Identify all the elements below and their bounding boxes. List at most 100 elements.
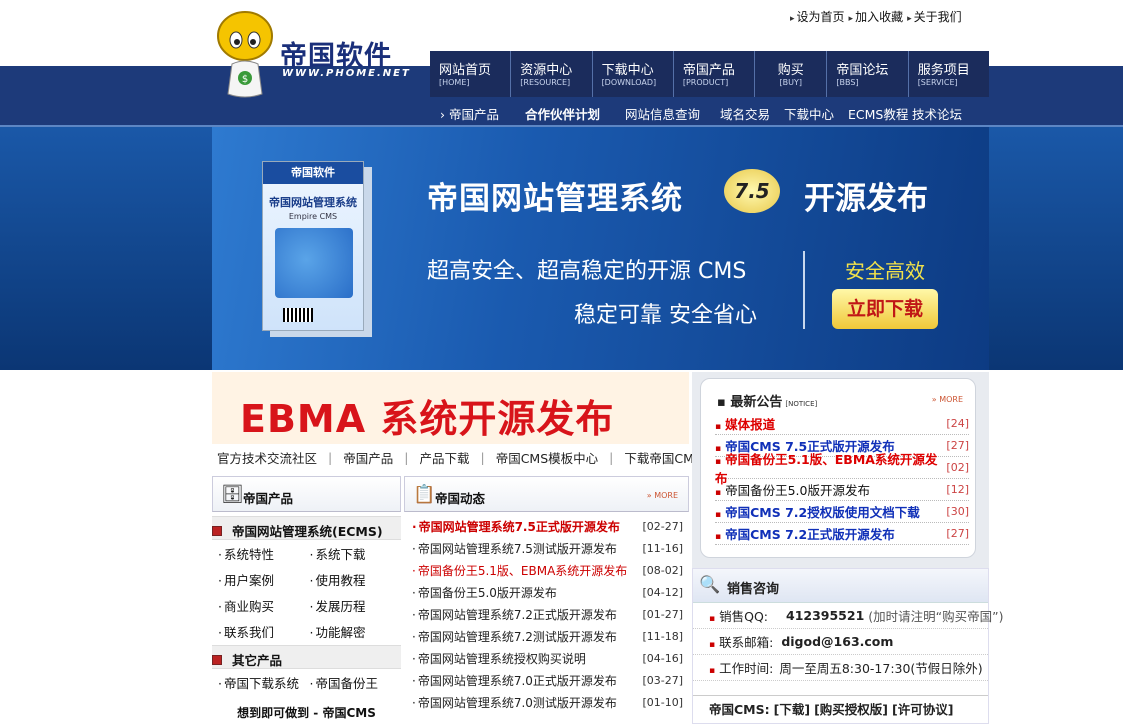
world-map-icon [275, 228, 353, 298]
news-item-date: [11-16] [642, 541, 683, 555]
notice-item-date: [30] [946, 505, 969, 518]
banner-tagline-1: 超高安全、超高稳定的开源 CMS [427, 259, 747, 284]
news-item-title: 帝国备份王5.1版、EBMA系统开源发布 [412, 562, 627, 579]
link-download-system[interactable]: 帝国下载系统 [218, 673, 310, 692]
sales-qq-row: 销售QQ: 412395521 (加时请注明“购买帝国”) [693, 603, 1004, 629]
news-item-title: 帝国网站管理系统7.2正式版开源发布 [412, 606, 617, 623]
nav-bbs[interactable]: 帝国论坛 [BBS] [827, 51, 909, 97]
news-item-title: 帝国备份王5.0版开源发布 [412, 584, 557, 601]
category-products[interactable]: 帝国产品 [343, 448, 393, 467]
nav-label: 网站首页 [439, 63, 492, 78]
bullet-icon [212, 655, 222, 665]
news-item[interactable]: 帝国网站管理系统7.2测试版开源发布 [11-18] [412, 625, 689, 647]
link-tutorial[interactable]: 使用教程 [310, 570, 402, 589]
nav-product[interactable]: 帝国产品 [PRODUCT] [674, 51, 756, 97]
barcode-icon [283, 308, 313, 322]
subnav-site-info[interactable]: 网站信息查询 [625, 104, 720, 123]
link-purchase[interactable]: 商业购买 [218, 596, 310, 615]
notice-more-link[interactable]: » MORE [932, 395, 963, 404]
link-decrypt[interactable]: 功能解密 [310, 622, 402, 641]
products-panel: 🗄 帝国产品 帝国网站管理系统(ECMS) 系统特性 系统下载 用户案例 使用教… [212, 476, 401, 724]
sub-navigation: › 帝国产品 合作伙伴计划 网站信息查询 域名交易 下载中心 ECMS教程 技术… [440, 104, 962, 123]
news-item-title: 帝国网站管理系统7.2测试版开源发布 [412, 628, 617, 645]
subnav-products[interactable]: › 帝国产品 [440, 104, 525, 123]
subnav-ecms-tutorial[interactable]: ECMS教程 [848, 104, 912, 123]
news-item[interactable]: 帝国备份王5.0版开源发布 [04-12] [412, 581, 689, 603]
category-community[interactable]: 官方技术交流社区 [217, 448, 317, 467]
site-logo[interactable]: $ 帝国软件 WWW.PHOME.NET [212, 6, 430, 102]
banner-tagline-2: 稳定可靠 安全省心 [574, 303, 757, 328]
news-item[interactable]: 帝国网站管理系统7.0正式版开源发布 [03-27] [412, 669, 689, 691]
news-item[interactable]: 帝国网站管理系统7.2正式版开源发布 [01-27] [412, 603, 689, 625]
subnav-partner[interactable]: 合作伙伴计划 [525, 104, 625, 123]
link-history[interactable]: 发展历程 [310, 596, 402, 615]
other-products-section[interactable]: 其它产品 [212, 645, 401, 669]
news-more-link[interactable]: » MORE [647, 491, 678, 500]
news-panel: 📋 帝国动态 » MORE 帝国网站管理系统7.5正式版开源发布 [02-27] … [404, 476, 689, 724]
banner-title-suffix: 开源发布 [804, 181, 928, 217]
section-label: 帝国网站管理系统(ECMS) [232, 524, 383, 539]
news-item[interactable]: 帝国网站管理系统7.5正式版开源发布 [02-27] [412, 515, 689, 537]
notice-item-title: 帝国CMS 7.2正式版开源发布 [715, 524, 895, 543]
nav-download[interactable]: 下载中心 [DOWNLOAD] [593, 51, 674, 97]
qq-number[interactable]: 412395521 [786, 608, 864, 623]
notice-item[interactable]: 帝国CMS 7.2正式版开源发布 [27] [715, 523, 969, 545]
nav-resource[interactable]: 资源中心 [RESOURCE] [511, 51, 593, 97]
nav-label-en: [PRODUCT] [682, 78, 729, 88]
download-now-button[interactable]: 立即下载 [832, 289, 938, 329]
notice-panel: ▪ 最新公告[NOTICE] » MORE 媒体报道[24] 帝国CMS 7.5… [692, 372, 989, 568]
cms-buy-license-link[interactable]: [购买授权版] [814, 699, 888, 718]
news-header: 📋 帝国动态 » MORE [404, 476, 689, 512]
set-homepage-link[interactable]: 设为首页 [790, 8, 845, 25]
category-download-cms[interactable]: 下载帝国CMS [624, 448, 701, 467]
news-item[interactable]: 帝国备份王5.1版、EBMA系统开源发布 [08-02] [412, 559, 689, 581]
promo-banner[interactable]: 帝国软件 帝国网站管理系统 Empire CMS 帝国网站管理系统 7.5 开源… [212, 127, 989, 370]
subnav-tech-forum[interactable]: 技术论坛 [912, 104, 962, 123]
category-download[interactable]: 产品下载 [419, 448, 469, 467]
subnav-download[interactable]: 下载中心 [784, 104, 848, 123]
separator: | [480, 449, 485, 465]
nav-buy[interactable]: 购买 [BUY] [755, 51, 828, 97]
news-item[interactable]: 帝国网站管理系统7.0测试版开源发布 [01-10] [412, 691, 689, 713]
box-subtitle: Empire CMS [288, 212, 338, 221]
news-item-date: [04-16] [642, 651, 683, 665]
news-item[interactable]: 帝国网站管理系统授权购买说明 [04-16] [412, 647, 689, 669]
link-contact[interactable]: 联系我们 [218, 622, 310, 641]
more-label: MORE [939, 395, 963, 404]
qq-note: (加时请注明“购买帝国”) [868, 609, 1004, 624]
ebma-banner[interactable]: EBMA 系统开源发布 [212, 372, 689, 444]
mail-label: 联系邮箱: [709, 632, 773, 651]
news-item-date: [01-10] [642, 695, 683, 709]
subnav-domain-trade[interactable]: 域名交易 [720, 104, 784, 123]
cms-download-link[interactable]: [下载] [774, 699, 810, 718]
notice-item[interactable]: 帝国备份王5.1版、EBMA系统开源发布[02] [715, 452, 969, 486]
link-system-download[interactable]: 系统下载 [310, 544, 402, 563]
ecms-section[interactable]: 帝国网站管理系统(ECMS) [212, 516, 401, 540]
about-us-link[interactable]: 关于我们 [907, 8, 962, 25]
notice-item[interactable]: 媒体报道 [24] [715, 413, 969, 435]
nav-label-en: [BBS] [836, 78, 859, 88]
notice-header: ▪ 最新公告 [NOTICE] [717, 391, 817, 410]
qq-label: 销售QQ: [709, 606, 768, 625]
logo-domain: WWW.PHOME.NET [282, 68, 411, 79]
nav-home[interactable]: 网站首页 [HOME] [430, 51, 512, 97]
server-icon: 🗄 [221, 484, 244, 505]
add-favorite-link[interactable]: 加入收藏 [849, 8, 903, 25]
notice-item[interactable]: 帝国CMS 7.2授权版使用文档下载 [30] [715, 501, 969, 523]
link-features[interactable]: 系统特性 [218, 544, 310, 563]
section-label: 其它产品 [232, 653, 283, 668]
sales-panel: 🔍 销售咨询 销售QQ: 412395521 (加时请注明“购买帝国”) 联系邮… [692, 568, 1004, 724]
link-cases[interactable]: 用户案例 [218, 570, 310, 589]
cms-license-agreement-link[interactable]: [许可协议] [892, 699, 953, 718]
news-item[interactable]: 帝国网站管理系统7.5测试版开源发布 [11-16] [412, 537, 689, 559]
notice-title: 最新公告 [730, 395, 783, 410]
mascot-icon: $ [217, 11, 273, 98]
svg-text:$: $ [242, 74, 248, 85]
nav-service[interactable]: 服务项目 [SERVICE] [909, 51, 989, 97]
top-links: 设为首页 加入收藏 关于我们 [790, 8, 962, 25]
notice-item-title: 帝国备份王5.0版开源发布 [715, 480, 870, 499]
link-backup-king[interactable]: 帝国备份王 [310, 673, 402, 692]
separator: | [404, 449, 409, 465]
category-templates[interactable]: 帝国CMS模板中心 [496, 448, 598, 467]
mail-address[interactable]: digod@163.com [781, 634, 893, 649]
